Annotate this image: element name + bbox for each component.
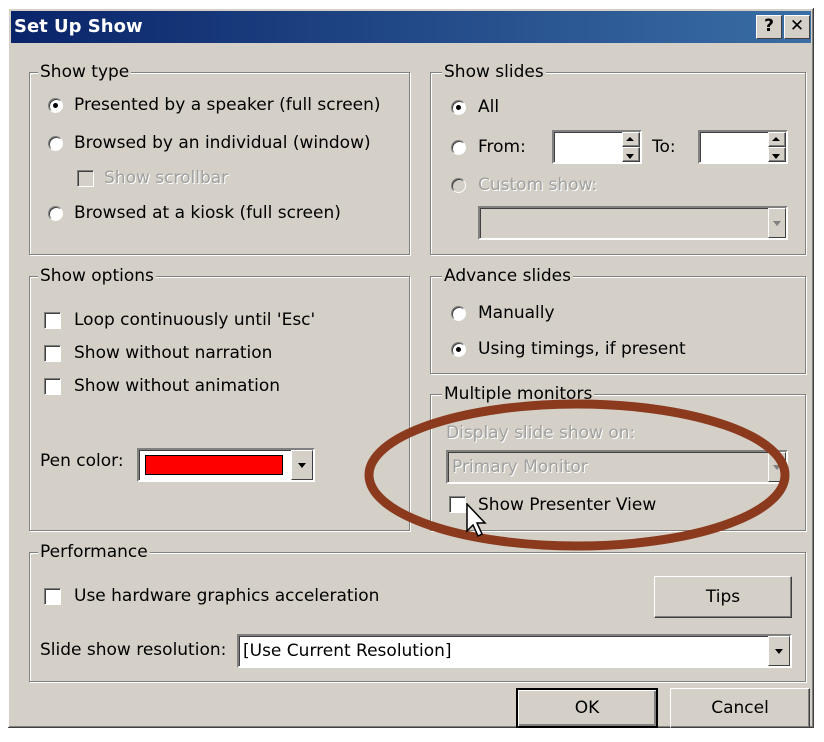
highlight-ellipse-annotation [364, 399, 790, 551]
highlight-ellipse [364, 399, 790, 551]
mouse-cursor-icon [466, 503, 487, 538]
